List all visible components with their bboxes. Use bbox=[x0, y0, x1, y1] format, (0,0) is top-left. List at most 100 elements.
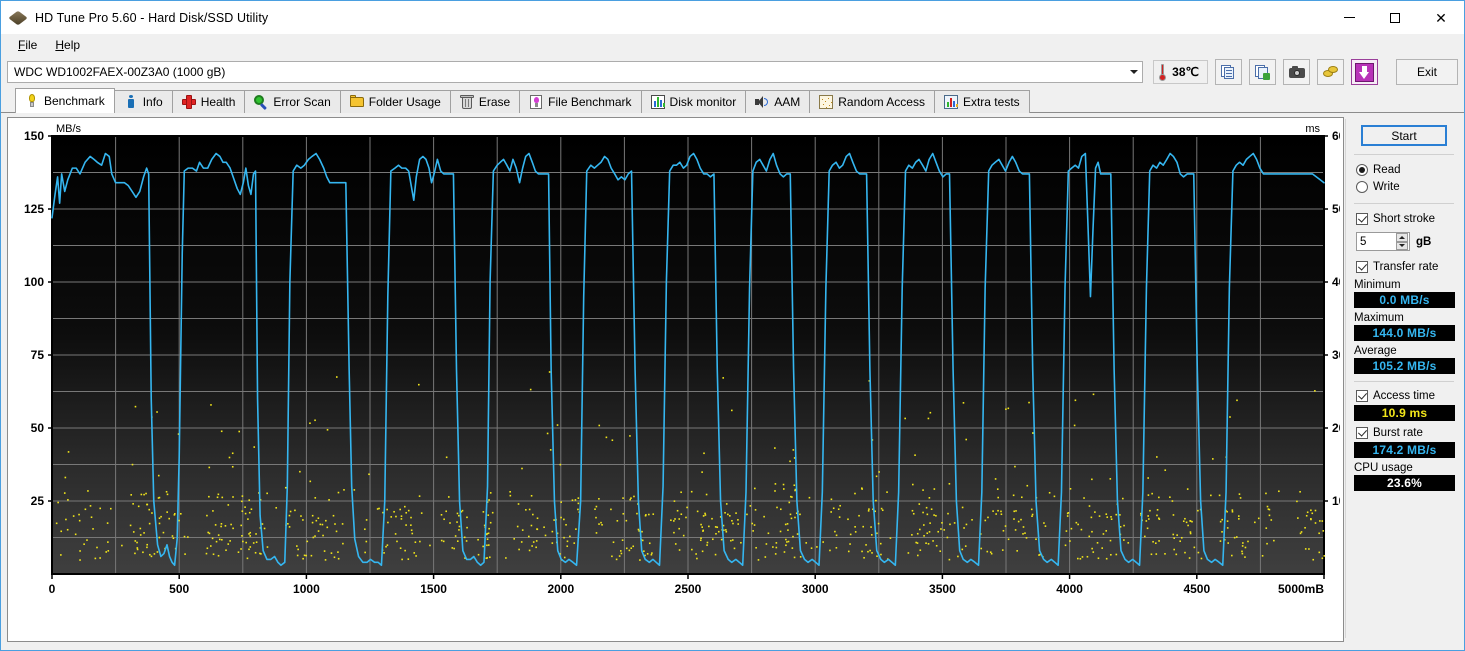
lightbulb-icon bbox=[25, 94, 39, 108]
checkbox-access-time[interactable]: Access time bbox=[1350, 387, 1458, 404]
window-controls: ✕ bbox=[1326, 1, 1464, 34]
checkbox-transfer-rate[interactable]: Transfer rate bbox=[1350, 258, 1458, 275]
tab-label: Benchmark bbox=[44, 94, 105, 108]
minimize-button[interactable] bbox=[1326, 1, 1372, 34]
screenshot-button[interactable] bbox=[1283, 59, 1310, 85]
tab-strip: Benchmark Info Health Error Scan Folder … bbox=[1, 88, 1464, 113]
tab-extra-tests[interactable]: Extra tests bbox=[933, 90, 1030, 113]
checkbox-burst-rate[interactable]: Burst rate bbox=[1350, 424, 1458, 441]
tab-disk-monitor[interactable]: Disk monitor bbox=[640, 90, 746, 113]
tab-file-benchmark[interactable]: File Benchmark bbox=[519, 90, 641, 113]
svg-text:150: 150 bbox=[24, 129, 44, 143]
app-icon bbox=[8, 10, 28, 26]
average-value: 105.2 MB/s bbox=[1354, 358, 1455, 374]
checkbox-access-time-icon bbox=[1356, 389, 1368, 402]
drive-select-value: WDC WD1002FAEX-00Z3A0 (1000 gB) bbox=[14, 65, 226, 79]
trash-icon bbox=[459, 95, 474, 109]
divider bbox=[1354, 203, 1454, 204]
svg-text:30: 30 bbox=[1332, 348, 1340, 362]
coins-button[interactable] bbox=[1317, 59, 1344, 85]
close-button[interactable]: ✕ bbox=[1418, 1, 1464, 34]
tab-label: Health bbox=[200, 95, 236, 109]
svg-text:4500: 4500 bbox=[1183, 582, 1210, 596]
tab-label: Error Scan bbox=[273, 95, 331, 109]
hd-tune-window: HD Tune Pro 5.60 - Hard Disk/SSD Utility… bbox=[0, 0, 1465, 651]
window-title: HD Tune Pro 5.60 - Hard Disk/SSD Utility bbox=[35, 10, 269, 25]
checkbox-short-stroke[interactable]: Short stroke bbox=[1350, 210, 1458, 227]
svg-text:25: 25 bbox=[31, 494, 45, 508]
svg-text:MB/s: MB/s bbox=[56, 123, 82, 135]
tab-benchmark[interactable]: Benchmark bbox=[15, 88, 115, 113]
average-label: Average bbox=[1354, 345, 1397, 357]
svg-text:0: 0 bbox=[49, 582, 56, 596]
menu-bar: File Help bbox=[1, 34, 1464, 56]
svg-text:500: 500 bbox=[169, 582, 189, 596]
chevron-down-icon[interactable] bbox=[1125, 62, 1142, 82]
tab-random-access[interactable]: Random Access bbox=[809, 90, 934, 113]
radio-read[interactable]: Read bbox=[1350, 161, 1458, 178]
burst-rate-value: 174.2 MB/s bbox=[1354, 442, 1455, 458]
drive-select[interactable]: WDC WD1002FAEX-00Z3A0 (1000 gB) bbox=[7, 61, 1144, 83]
short-stroke-size-row: gB bbox=[1350, 232, 1458, 251]
tab-label: Info bbox=[142, 95, 163, 109]
maximize-button[interactable] bbox=[1372, 1, 1418, 34]
tab-aam[interactable]: AAM bbox=[745, 90, 810, 113]
short-stroke-input[interactable] bbox=[1357, 233, 1396, 250]
copy-image-button[interactable] bbox=[1249, 59, 1276, 85]
panel-divider bbox=[1345, 119, 1346, 638]
extra-chart-icon bbox=[943, 95, 958, 109]
minimize-icon bbox=[1343, 17, 1355, 18]
download-button[interactable] bbox=[1351, 59, 1378, 85]
speaker-icon bbox=[755, 95, 769, 109]
menu-file[interactable]: File bbox=[9, 36, 46, 54]
tab-error-scan[interactable]: Error Scan bbox=[244, 90, 340, 113]
radio-write-label: Write bbox=[1373, 180, 1400, 193]
svg-text:50: 50 bbox=[1332, 202, 1340, 216]
maximum-value: 144.0 MB/s bbox=[1354, 325, 1455, 341]
file-bulb-icon bbox=[529, 95, 543, 109]
checkbox-short-stroke-label: Short stroke bbox=[1373, 212, 1435, 225]
stepper-buttons[interactable] bbox=[1396, 233, 1408, 250]
short-stroke-unit: gB bbox=[1416, 235, 1432, 248]
cpu-usage-label: CPU usage bbox=[1354, 462, 1413, 474]
svg-text:2500: 2500 bbox=[675, 582, 702, 596]
red-cross-icon bbox=[181, 95, 196, 109]
start-button[interactable]: Start bbox=[1361, 125, 1447, 146]
minimum-label: Minimum bbox=[1354, 279, 1401, 291]
svg-text:10: 10 bbox=[1332, 494, 1340, 508]
tab-label: Disk monitor bbox=[669, 95, 737, 109]
checkbox-burst-rate-label: Burst rate bbox=[1373, 426, 1423, 439]
toolbar-row: WDC WD1002FAEX-00Z3A0 (1000 gB) 38℃ Exit bbox=[1, 56, 1464, 88]
menu-help[interactable]: Help bbox=[46, 36, 89, 54]
exit-button[interactable]: Exit bbox=[1396, 59, 1458, 85]
maximize-icon bbox=[1390, 12, 1400, 23]
copy-image-icon bbox=[1255, 64, 1270, 80]
info-icon bbox=[124, 95, 138, 109]
tab-label: AAM bbox=[774, 95, 801, 109]
tab-erase[interactable]: Erase bbox=[449, 90, 520, 113]
radio-write-icon bbox=[1356, 180, 1368, 193]
radio-write[interactable]: Write bbox=[1350, 178, 1458, 195]
stepper-up-icon[interactable] bbox=[1396, 233, 1408, 242]
bar-chart-icon bbox=[650, 95, 665, 109]
svg-text:3000: 3000 bbox=[802, 582, 829, 596]
access-time-value: 10.9 ms bbox=[1354, 405, 1455, 421]
divider bbox=[1354, 154, 1454, 155]
tab-info[interactable]: Info bbox=[114, 90, 172, 113]
thermometer-icon bbox=[1158, 63, 1167, 81]
svg-text:75: 75 bbox=[31, 348, 45, 362]
title-bar: HD Tune Pro 5.60 - Hard Disk/SSD Utility… bbox=[1, 1, 1464, 34]
svg-text:60: 60 bbox=[1332, 129, 1340, 143]
svg-text:40: 40 bbox=[1332, 275, 1340, 289]
tab-folder-usage[interactable]: Folder Usage bbox=[339, 90, 450, 113]
tab-health[interactable]: Health bbox=[171, 90, 245, 113]
close-icon: ✕ bbox=[1435, 9, 1447, 26]
short-stroke-stepper[interactable] bbox=[1356, 232, 1410, 251]
copy-button[interactable] bbox=[1215, 59, 1242, 85]
svg-text:5000mB: 5000mB bbox=[1278, 582, 1324, 596]
stepper-down-icon[interactable] bbox=[1396, 241, 1408, 250]
checkbox-short-stroke-icon bbox=[1356, 212, 1368, 225]
minimum-value: 0.0 MB/s bbox=[1354, 292, 1455, 308]
tab-label: File Benchmark bbox=[548, 95, 632, 109]
scatter-dots-icon bbox=[819, 95, 834, 109]
